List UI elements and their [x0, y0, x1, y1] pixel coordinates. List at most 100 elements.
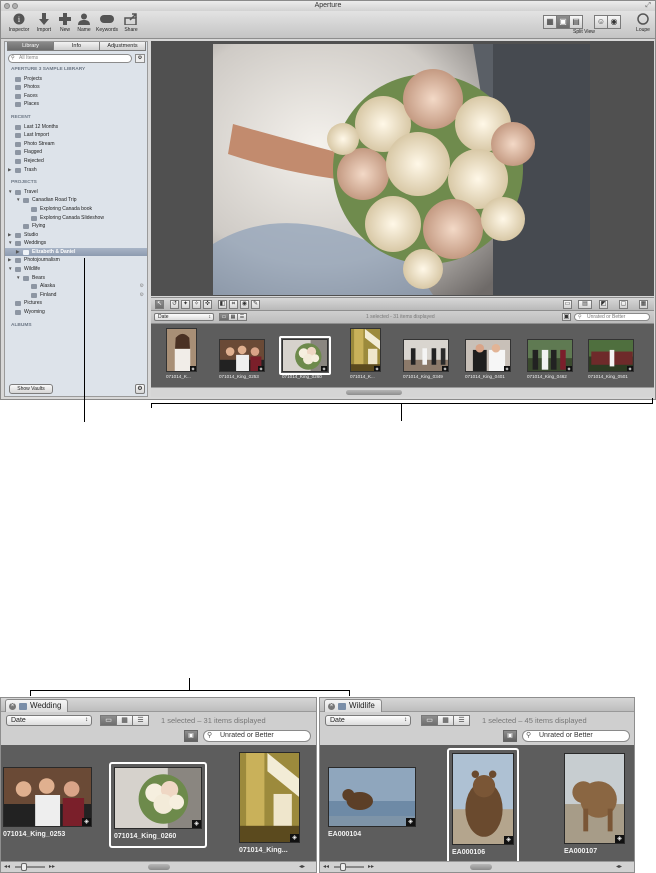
close-tab-icon[interactable]: × — [9, 703, 16, 710]
library-item-wyoming[interactable]: Wyoming — [5, 308, 147, 317]
selection-tool-button[interactable]: ↖ — [155, 300, 164, 309]
disclosure-open-icon[interactable]: ▼ — [8, 265, 12, 274]
red-eye-tool-button[interactable]: ◉ — [240, 300, 249, 309]
rating-filter-input[interactable]: ⚲ Unrated or Better — [574, 313, 650, 321]
show-vaults-button[interactable]: Show Vaults — [9, 384, 53, 394]
places-view-button[interactable]: ◉ — [607, 15, 621, 29]
scroll-knob[interactable] — [148, 864, 170, 870]
library-item-finland[interactable]: Finland ⚙ — [5, 291, 147, 300]
library-item-weddings[interactable]: ▼ Weddings — [5, 239, 147, 248]
inspector-button[interactable]: i Inspector — [7, 13, 31, 34]
tab-library[interactable]: Library — [7, 42, 54, 51]
library-item-alaska[interactable]: Alaska ⚙ — [5, 282, 147, 291]
thumbnail-size-knob[interactable] — [340, 863, 346, 871]
vault-action-button[interactable]: ⚙ — [135, 384, 145, 394]
scroll-right-arrows[interactable]: ▸▸ — [368, 862, 374, 872]
scroll-knob[interactable] — [346, 390, 402, 395]
search-action-button[interactable]: ⚙ — [135, 54, 145, 63]
library-item-flying[interactable]: Flying — [5, 222, 147, 231]
thumbnail-size-knob[interactable] — [21, 863, 27, 871]
scroll-step-arrows[interactable]: ◂▸ — [299, 862, 305, 872]
primary-only-button[interactable]: ▢ — [619, 300, 628, 309]
fullscreen-icon[interactable]: ⤢ — [645, 1, 651, 11]
disclosure-closed-icon[interactable]: ▶ — [8, 166, 11, 175]
scroll-left-arrows[interactable]: ◂◂ — [323, 862, 329, 872]
wedding-sort-select[interactable]: Date ↕ — [6, 715, 92, 726]
tab-adjustments[interactable]: Adjustments — [99, 42, 146, 51]
library-item-projects[interactable]: Projects — [5, 75, 147, 84]
name-button[interactable]: Name — [72, 13, 96, 34]
library-item-studio[interactable]: ▶ Studio — [5, 231, 147, 240]
disclosure-closed-icon[interactable]: ▶ — [8, 231, 11, 240]
sort-select[interactable]: Date ↕ — [154, 313, 214, 321]
scroll-step-arrows[interactable]: ◂▸ — [616, 862, 622, 872]
scroll-knob[interactable] — [470, 864, 492, 870]
wedding-tab[interactable]: × Wedding — [5, 699, 69, 712]
library-item-travel[interactable]: ▼ Travel — [5, 188, 147, 197]
metadata-overlay-button[interactable]: ◩ — [599, 300, 608, 309]
filmstrip-view-button[interactable]: ▭ — [100, 715, 117, 726]
grid-view-button[interactable]: ▦ — [437, 715, 454, 726]
thumbnail-size-slider[interactable] — [15, 866, 45, 868]
library-item-canadian-road-trip[interactable]: ▼ Canadian Road Trip — [5, 196, 147, 205]
split-view-button[interactable]: ▣ — [556, 15, 570, 29]
library-item-bears[interactable]: ▼ Bears — [5, 274, 147, 283]
thumbnail-size-slider[interactable] — [334, 866, 364, 868]
library-item-exploring-canada-book[interactable]: Exploring Canada book — [5, 205, 147, 214]
library-item-rejected[interactable]: Rejected — [5, 157, 147, 166]
library-item-trash[interactable]: ▶ Trash — [5, 166, 147, 175]
disclosure-closed-icon[interactable]: ▶ — [8, 256, 11, 265]
library-item-places[interactable]: Places — [5, 100, 147, 109]
library-item-photos[interactable]: Photos — [5, 83, 147, 92]
wedding-rating-filter[interactable]: ⚲ Unrated or Better — [203, 730, 311, 742]
item-action-icon[interactable]: ⚙ — [140, 291, 144, 300]
filter-hud-button[interactable]: ▣ — [562, 313, 571, 321]
stamp-tool-2-button[interactable]: ✜ — [203, 300, 212, 309]
straighten-tool-button[interactable]: ◧ — [218, 300, 227, 309]
share-button[interactable]: Share — [119, 13, 143, 34]
library-item-pictures[interactable]: Pictures — [5, 299, 147, 308]
viewer-view-button[interactable]: ▤ — [569, 15, 583, 29]
lift-tool-button[interactable]: ✧ — [192, 300, 201, 309]
show-viewer-button[interactable]: ▭ — [563, 300, 572, 309]
library-item-last-import[interactable]: Last Import — [5, 131, 147, 140]
filter-hud-button[interactable]: ▣ — [503, 730, 517, 742]
library-item-elizabeth-daniel[interactable]: ▶ Elizabeth & Daniel — [5, 247, 147, 257]
scroll-left-arrows[interactable]: ◂◂ — [4, 862, 10, 872]
close-tab-icon[interactable]: × — [328, 703, 335, 710]
grid-view-button[interactable]: ▦ — [116, 715, 133, 726]
disclosure-open-icon[interactable]: ▼ — [8, 188, 12, 197]
filmstrip-view-button[interactable]: ▭ — [421, 715, 438, 726]
filmstrip-scrollbar[interactable] — [151, 387, 654, 397]
rotate-left-button[interactable]: ↺ — [170, 300, 179, 309]
disclosure-closed-icon[interactable]: ▶ — [16, 248, 19, 257]
wildlife-sort-select[interactable]: Date ↕ — [325, 715, 411, 726]
stamp-tool-button[interactable]: ✦ — [181, 300, 190, 309]
brush-tool-button[interactable]: ✎ — [251, 300, 260, 309]
scroll-right-arrows[interactable]: ▸▸ — [49, 862, 55, 872]
disclosure-open-icon[interactable]: ▼ — [16, 274, 20, 283]
library-item-wildlife[interactable]: ▼ Wildlife — [5, 265, 147, 274]
list-view-button[interactable]: ☰ — [132, 715, 149, 726]
crop-tool-button[interactable]: ⌗ — [229, 300, 238, 309]
library-search-input[interactable]: ⚲ All Items — [8, 54, 132, 63]
library-item-faces[interactable]: Faces — [5, 92, 147, 101]
library-item-last-12-months[interactable]: Last 12 Months — [5, 123, 147, 132]
browser-view-button[interactable]: ▦ — [543, 15, 557, 29]
library-item-exploring-canada-slideshow[interactable]: Exploring Canada Slideshow — [5, 214, 147, 223]
library-item-photo-stream[interactable]: Photo Stream — [5, 140, 147, 149]
wildlife-rating-filter[interactable]: ⚲ Unrated or Better — [522, 730, 630, 742]
tab-info[interactable]: Info — [53, 42, 100, 51]
list-view-button[interactable]: ☰ — [237, 313, 247, 321]
library-item-photojournalism[interactable]: ▶ Photojournalism — [5, 256, 147, 265]
loupe-button[interactable]: Loupe — [631, 13, 655, 34]
filter-hud-button[interactable]: ▣ — [184, 730, 198, 742]
keywords-button[interactable]: Keywords — [95, 13, 119, 34]
list-view-button[interactable]: ☰ — [453, 715, 470, 726]
fullscreen-browser-button[interactable]: ▦ — [639, 300, 648, 309]
faces-view-button[interactable]: ☺ — [594, 15, 608, 29]
disclosure-open-icon[interactable]: ▼ — [16, 196, 20, 205]
wildlife-tab[interactable]: × Wildlife — [324, 699, 382, 712]
disclosure-open-icon[interactable]: ▼ — [8, 239, 12, 248]
item-action-icon[interactable]: ⚙ — [140, 282, 144, 291]
